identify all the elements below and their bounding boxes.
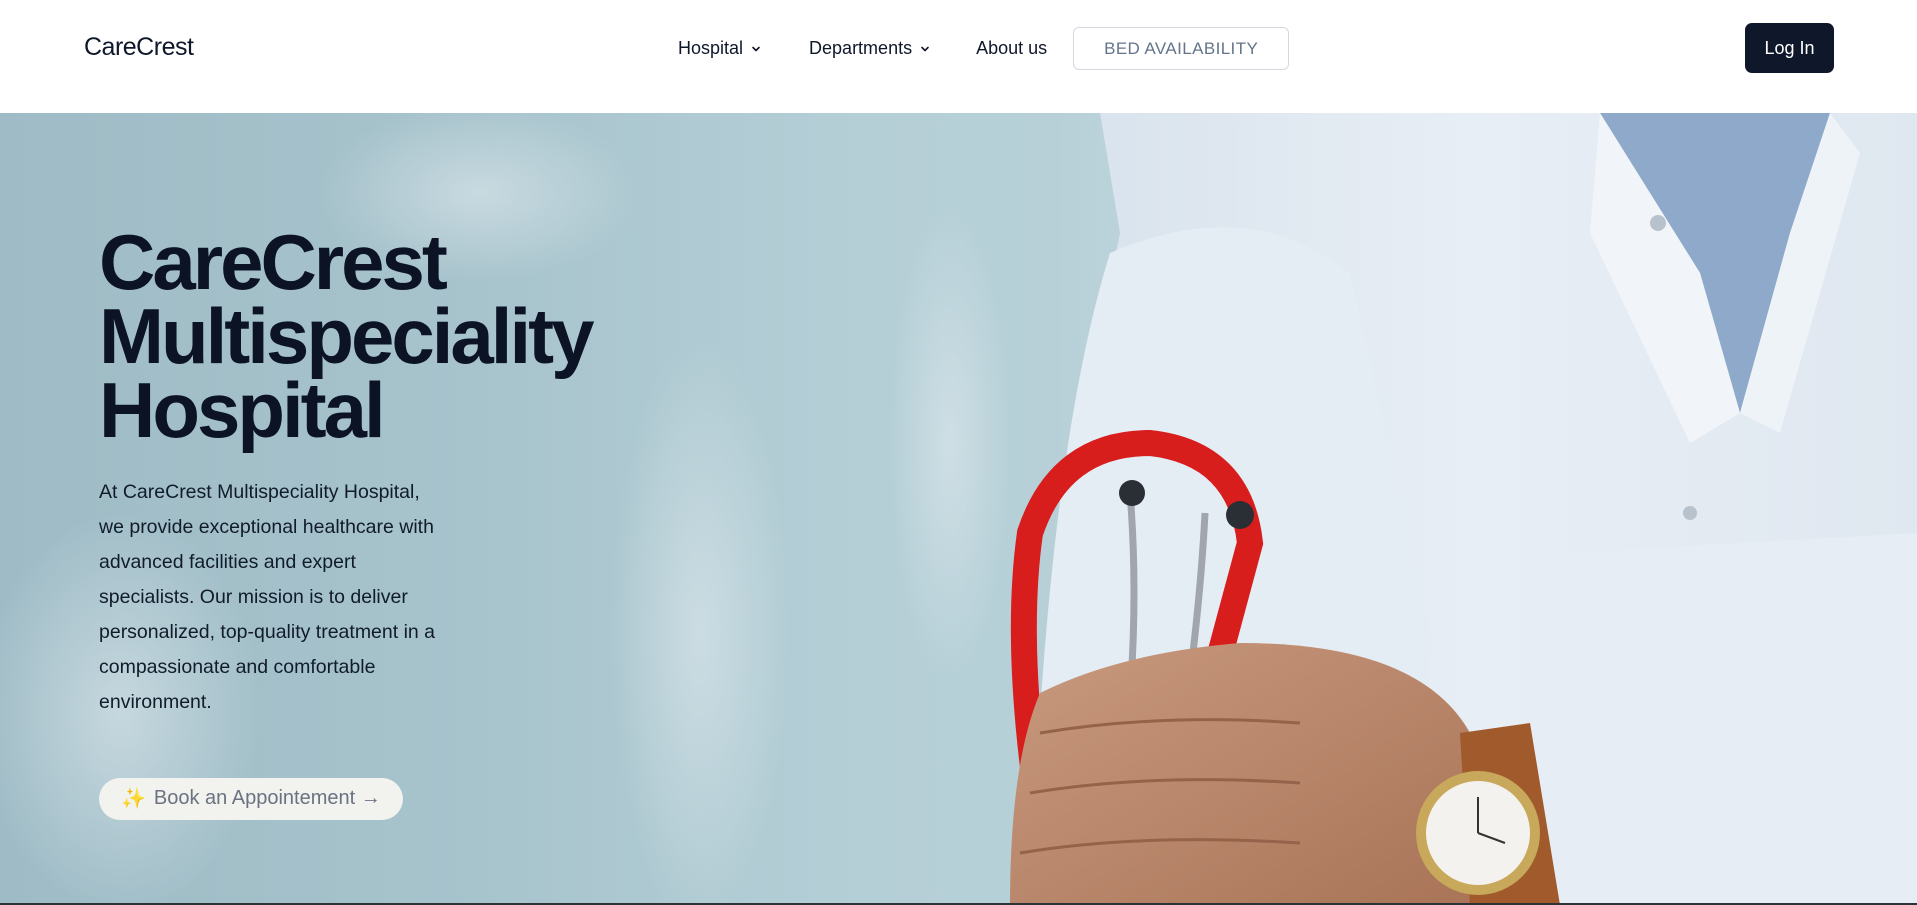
hero-title-line: CareCrest [99,218,448,306]
hero-description: At CareCrest Multispeciality Hospital, w… [99,481,436,713]
bed-availability-button[interactable]: BED AVAILABILITY [1073,27,1290,70]
login-button[interactable]: Log In [1745,23,1834,73]
site-header: CareCrest Hospital Departments About us … [0,0,1917,113]
main-nav: Hospital Departments About us BED AVAILA… [678,26,1290,71]
hero-title-line: Hospital [99,366,386,454]
hero-content: CareCrest Multispeciality Hospital At Ca… [99,218,659,820]
chevron-down-icon [921,46,929,51]
chevron-down-icon [752,46,760,51]
brand-logo[interactable]: CareCrest [84,33,194,62]
hero-title: CareCrest Multispeciality Hospital [99,218,659,454]
cta-label: Book an Appointement → [153,787,381,809]
nav-item-hospital[interactable]: Hospital [678,38,762,59]
book-appointment-button[interactable]: ✨ Book an Appointement → [99,777,403,820]
hero-section: CareCrest Multispeciality Hospital At Ca… [0,113,1917,905]
nav-item-label: Departments [809,38,913,58]
nav-item-label: About us [976,38,1048,58]
nav-item-departments[interactable]: Departments [809,38,931,59]
sparkle-icon: ✨ [121,788,146,810]
nav-item-about-us[interactable]: About us [976,38,1047,59]
hero-title-line: Multispeciality [99,292,594,380]
nav-item-label: Hospital [678,38,744,58]
